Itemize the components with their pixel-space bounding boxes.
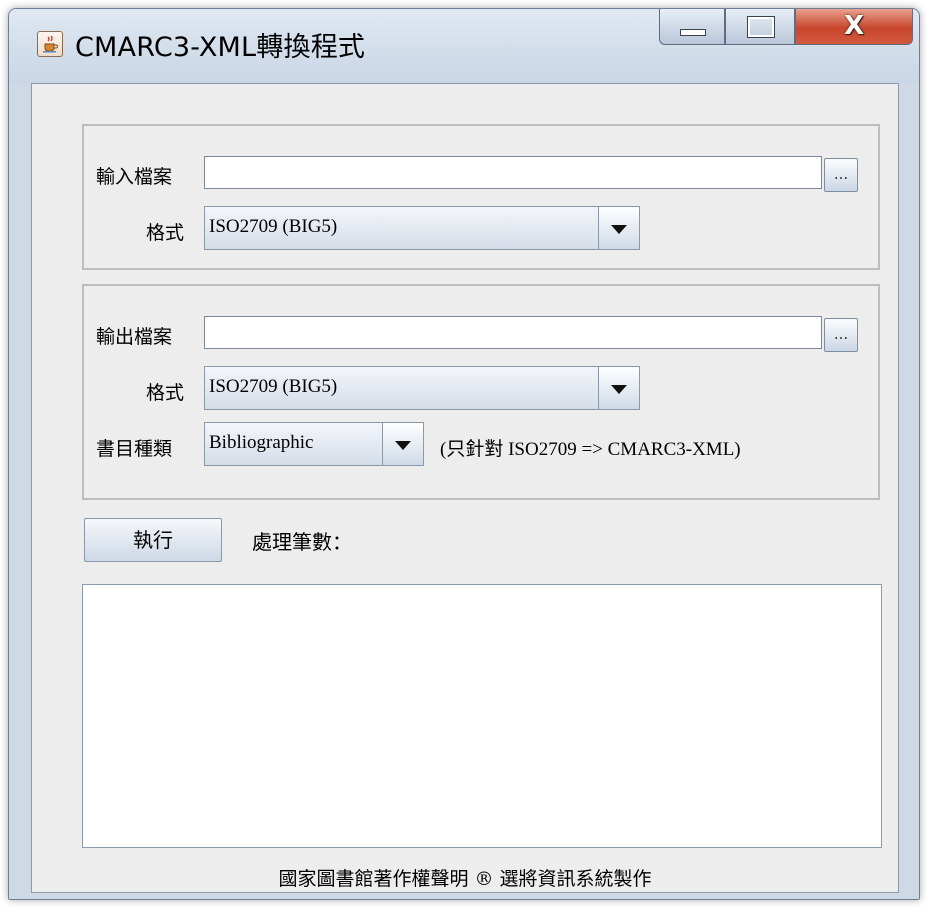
input-browse-button[interactable]: ...	[824, 158, 858, 192]
close-button[interactable]: X	[795, 9, 913, 45]
maximize-icon	[747, 16, 775, 38]
input-file-field[interactable]	[204, 156, 822, 189]
record-type-note: (只針對 ISO2709 => CMARC3-XML)	[440, 439, 741, 460]
app-window: CMARC3-XML轉換程式 X 輸入檔案 ... 格式 ISO2709 (BI…	[8, 8, 920, 900]
output-file-field[interactable]	[204, 316, 822, 349]
record-type-label: 書目種類	[96, 438, 173, 460]
input-format-label: 格式	[146, 222, 185, 244]
title-bar[interactable]: CMARC3-XML轉換程式 X	[9, 9, 919, 83]
footer-credit: 國家圖書館著作權聲明 ® 選將資訊系統製作	[278, 868, 652, 890]
minimize-button[interactable]	[659, 9, 725, 45]
maximize-button[interactable]	[725, 9, 795, 45]
log-output-area[interactable]	[82, 584, 882, 848]
output-panel: 輸出檔案 ... 格式 ISO2709 (BIG5) 書目種類 Bibliogr…	[82, 284, 880, 500]
minimize-icon	[680, 29, 706, 36]
processed-count-label: 處理筆數：	[252, 530, 352, 554]
close-icon: X	[843, 11, 865, 41]
chevron-down-icon[interactable]	[382, 423, 423, 465]
client-area: 輸入檔案 ... 格式 ISO2709 (BIG5) 輸出檔案 ... 格式 I…	[31, 83, 899, 893]
run-button[interactable]: 執行	[84, 518, 222, 562]
output-format-select[interactable]: ISO2709 (BIG5)	[204, 366, 640, 410]
input-file-label: 輸入檔案	[96, 166, 173, 188]
record-type-value: Bibliographic	[209, 432, 314, 453]
output-format-value: ISO2709 (BIG5)	[209, 376, 338, 397]
output-file-label: 輸出檔案	[96, 326, 173, 348]
input-format-value: ISO2709 (BIG5)	[209, 216, 338, 237]
record-type-select[interactable]: Bibliographic	[204, 422, 424, 466]
input-panel: 輸入檔案 ... 格式 ISO2709 (BIG5)	[82, 124, 880, 270]
input-format-select[interactable]: ISO2709 (BIG5)	[204, 206, 640, 250]
chevron-down-icon[interactable]	[598, 367, 639, 409]
output-format-label: 格式	[146, 382, 185, 404]
output-browse-button[interactable]: ...	[824, 318, 858, 352]
window-title: CMARC3-XML轉換程式	[75, 32, 366, 63]
java-cup-icon[interactable]	[37, 31, 63, 57]
chevron-down-icon[interactable]	[598, 207, 639, 249]
